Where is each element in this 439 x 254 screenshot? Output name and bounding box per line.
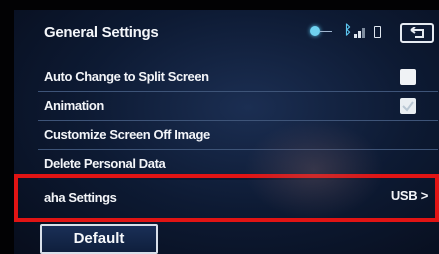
setting-row-screen-off-image[interactable]: Customize Screen Off Image (38, 122, 438, 150)
setting-label: Animation (44, 98, 104, 113)
setting-label: Customize Screen Off Image (44, 127, 210, 142)
signal-icon (354, 28, 365, 38)
auto-split-checkbox[interactable] (400, 69, 416, 85)
back-arrow-icon (410, 27, 424, 38)
animation-checkbox[interactable] (400, 98, 416, 114)
checkmark-icon (402, 101, 414, 112)
gps-icon (310, 26, 320, 36)
infotainment-screen: General Settings ᛒ Auto Change to Split … (14, 10, 439, 254)
setting-label: Auto Change to Split Screen (44, 69, 209, 84)
default-button[interactable]: Default (40, 224, 158, 254)
bezel-left (0, 0, 14, 254)
page-title: General Settings (44, 24, 159, 41)
bluetooth-icon: ᛒ (344, 22, 352, 37)
highlight-box (14, 174, 439, 222)
bezel-top (0, 0, 439, 10)
back-button[interactable] (400, 23, 434, 43)
setting-row-auto-split[interactable]: Auto Change to Split Screen (38, 64, 438, 92)
setting-row-animation[interactable]: Animation (38, 93, 438, 121)
setting-label: Delete Personal Data (44, 156, 166, 171)
battery-icon (374, 26, 381, 38)
gps-line (320, 31, 332, 32)
